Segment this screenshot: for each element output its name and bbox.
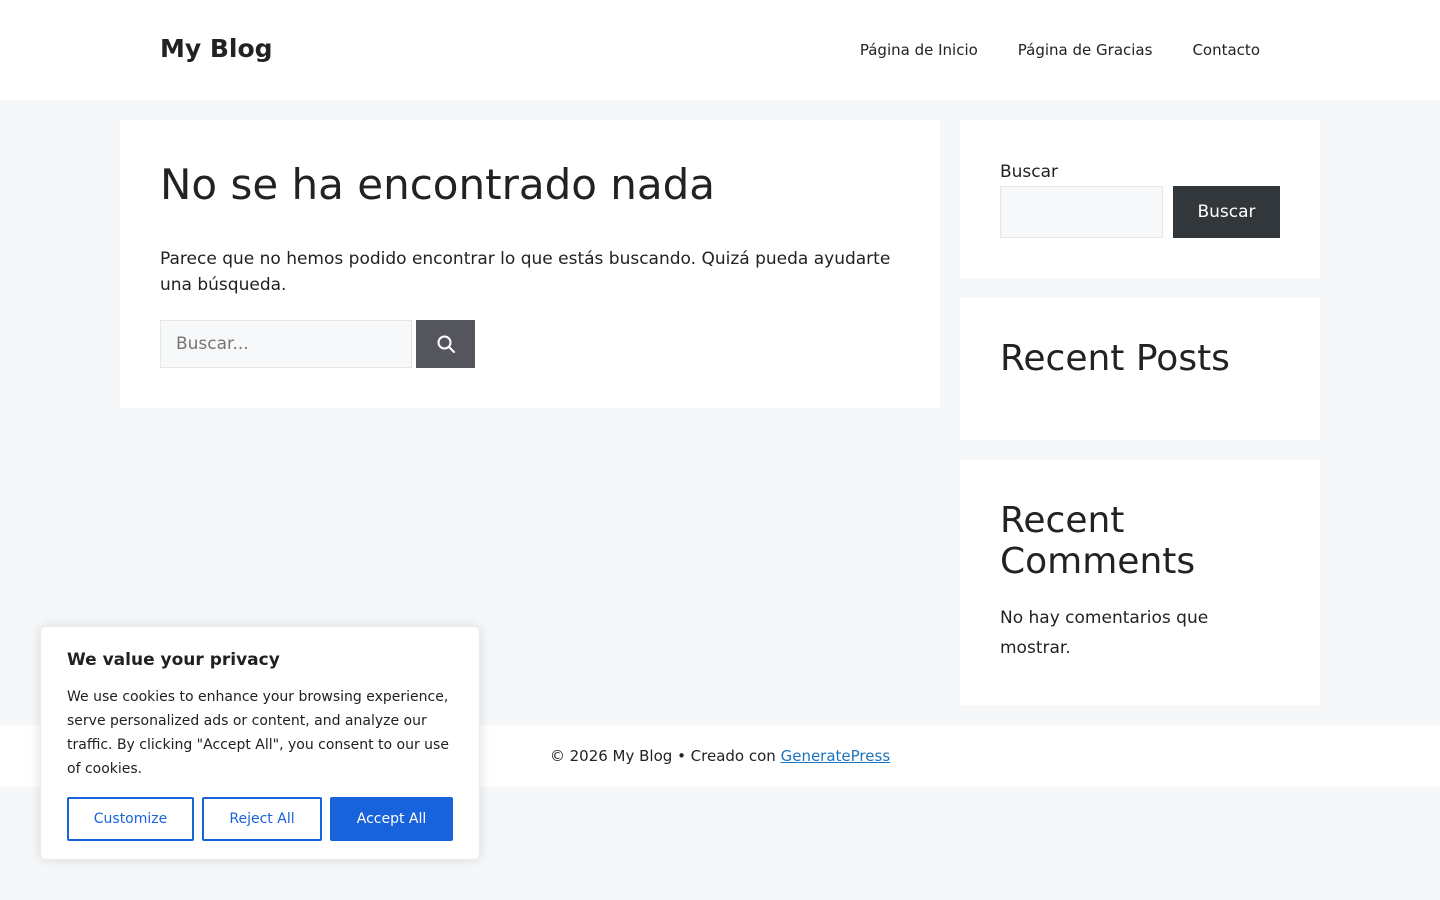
recent-posts-widget: Recent Posts <box>960 298 1320 440</box>
nav-item-gracias[interactable]: Página de Gracias <box>1018 40 1153 60</box>
footer-copyright: © 2026 My Blog • Creado con <box>549 747 781 765</box>
search-icon <box>437 335 455 353</box>
search-button[interactable] <box>416 320 475 368</box>
recent-comments-text: No hay comentarios que mostrar. <box>1000 608 1209 658</box>
cookie-banner: We value your privacy We use cookies to … <box>40 626 480 860</box>
sidebar-search-button[interactable]: Buscar <box>1173 186 1280 238</box>
sidebar-search-row: Buscar <box>1000 186 1280 238</box>
page-text: Parece que no hemos podido encontrar lo … <box>160 249 891 295</box>
search-input[interactable] <box>160 320 412 368</box>
footer-generatepress-link[interactable]: GeneratePress <box>781 747 891 765</box>
sidebar-search-label: Buscar <box>1000 162 1059 182</box>
cookie-text: We use cookies to enhance your browsing … <box>67 689 449 777</box>
content-card: No se ha encontrado nada Parece que no h… <box>120 120 940 408</box>
nav-item-contacto[interactable]: Contacto <box>1192 40 1260 60</box>
cookie-reject-button[interactable]: Reject All <box>202 797 322 841</box>
recent-comments-title: Recent Comments <box>1000 500 1196 582</box>
cookie-customize-button[interactable]: Customize <box>67 797 194 841</box>
nav-item-inicio[interactable]: Página de Inicio <box>860 40 978 60</box>
main-nav: Página de Inicio Página de Gracias Conta… <box>820 0 1260 100</box>
site-title[interactable]: My Blog <box>160 33 273 65</box>
sidebar-search-input[interactable] <box>1000 186 1163 238</box>
cookie-title: We value your privacy <box>67 650 280 670</box>
sidebar-search-widget: Buscar Buscar <box>960 120 1320 278</box>
recent-comments-widget: Recent Comments No hay comentarios que m… <box>960 460 1320 705</box>
recent-posts-title: Recent Posts <box>1000 338 1230 379</box>
cookie-buttons: Customize Reject All Accept All <box>67 797 453 841</box>
cookie-accept-button[interactable]: Accept All <box>330 797 453 841</box>
page-title: No se ha encontrado nada <box>160 160 716 209</box>
site-header: My Blog Página de Inicio Página de Graci… <box>0 0 1440 100</box>
search-form <box>160 320 475 368</box>
